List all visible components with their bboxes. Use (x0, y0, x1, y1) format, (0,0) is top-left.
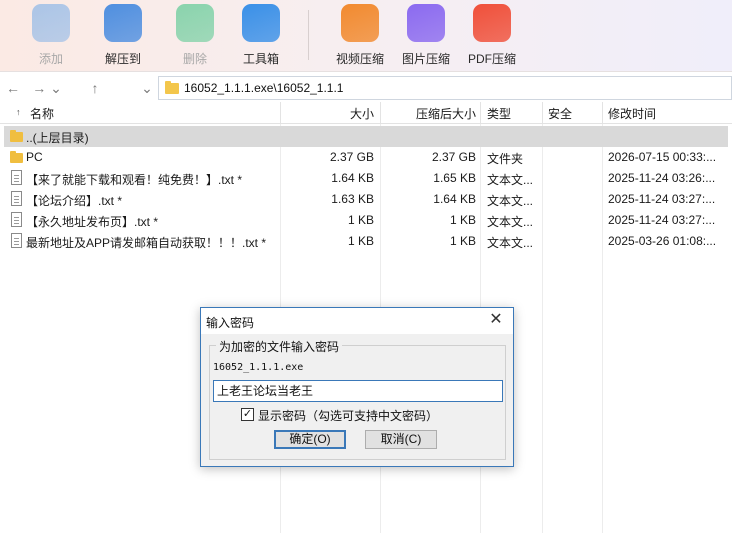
toolbar-button[interactable]: 添加 (19, 0, 83, 72)
row-compressed-size: 2.37 GB (431, 150, 476, 164)
forward-arrow-icon[interactable]: → ⌄ (30, 78, 64, 98)
list-header: ↑ 名称 大小 压缩后大小 类型 安全 修改时间 (0, 102, 732, 124)
image-compress-icon (407, 4, 445, 42)
text-file-icon (11, 212, 22, 227)
table-row[interactable]: 【论坛介绍】.txt * 1.63 KB 1.64 KB 文本文... 2025-11-… (4, 189, 728, 210)
toolbar-button-label: 工具箱 (242, 52, 279, 66)
row-name: 【论坛介绍】.txt * (26, 194, 123, 208)
video-compress-icon (341, 4, 379, 42)
row-size: 2.37 GB (329, 150, 374, 164)
row-compressed-size: 1 KB (449, 234, 476, 248)
dialog-title: 输入密码 (206, 316, 255, 330)
group-label: 为加密的文件输入密码 (216, 338, 343, 355)
row-type: 文本文... (487, 215, 534, 229)
archive-filename: 16052_1.1.1.exe (213, 362, 304, 373)
table-row[interactable]: 最新地址及APP请发邮箱自动获取！！！.txt * 1 KB 1 KB 文本文... 2… (4, 231, 728, 252)
archive-add-icon (32, 4, 70, 42)
text-file-icon (11, 191, 22, 206)
toolbar-button[interactable]: 删除 (163, 0, 227, 72)
dialog-titlebar: 输入密码 ✕ (201, 308, 513, 334)
column-header-security[interactable]: 安全 (548, 105, 572, 122)
header-divider (280, 102, 281, 124)
table-row[interactable]: 【永久地址发布页】.txt * 1 KB 1 KB 文本文... 2025-11-24 … (4, 210, 728, 231)
row-type: 文件夹 (487, 152, 524, 166)
toolbar-button[interactable]: 图片压缩 (394, 0, 458, 72)
extract-icon (104, 4, 142, 42)
sort-up-icon: ↑ (16, 107, 21, 117)
row-modified: 2025-11-24 03:26:... (608, 171, 716, 185)
row-size: 1 KB (347, 234, 374, 248)
table-row[interactable]: PC 2.37 GB 2.37 GB 文件夹 2026-07-15 00:33:... (4, 147, 728, 168)
ok-button[interactable]: 确定(O) (274, 430, 346, 449)
row-modified: 2025-03-26 01:08:... (608, 234, 717, 248)
header-divider (542, 102, 543, 124)
column-header-size[interactable]: 大小 (286, 105, 374, 122)
row-compressed-size: 1.64 KB (433, 192, 476, 206)
toolbar-button[interactable]: PDF压缩 (460, 0, 524, 72)
folder-icon (165, 81, 179, 94)
password-dialog: 输入密码 ✕ 为加密的文件输入密码 16052_1.1.1.exe 上老王论坛当… (200, 307, 514, 467)
recycle-icon (176, 4, 214, 42)
row-modified: 2025-11-24 03:27:... (608, 192, 716, 206)
row-type: 文本文... (487, 194, 534, 208)
address-field[interactable]: 16052_1.1.1.exe\16052_1.1.1 (158, 76, 732, 100)
toolbar-separator (308, 10, 309, 60)
address-bar: ← → ⌄ ↑ ⌄ 16052_1.1.1.exe\16052_1.1.1 (0, 76, 732, 100)
header-divider (602, 102, 603, 124)
toolbar-button-label: 视频压缩 (335, 52, 384, 66)
header-divider (480, 102, 481, 124)
column-header-modified[interactable]: 修改时间 (608, 105, 656, 122)
row-name: ..(上层目录) (26, 131, 89, 145)
toolbar-button-label: 添加 (38, 52, 63, 66)
cancel-button[interactable]: 取消(C) (365, 430, 437, 449)
show-password-checkbox[interactable]: ✓ (241, 408, 254, 421)
close-icon[interactable]: ✕ (487, 311, 505, 329)
toolbar-button[interactable]: 工具箱 (229, 0, 293, 72)
address-path: 16052_1.1.1.exe\16052_1.1.1 (184, 81, 344, 95)
toolbar-button[interactable]: 视频压缩 (328, 0, 392, 72)
show-password-label[interactable]: 显示密码（勾选可支持中文密码） (258, 407, 438, 424)
row-name: 最新地址及APP请发邮箱自动获取！！！.txt * (26, 236, 267, 250)
toolbar-button-label: 图片压缩 (401, 52, 450, 66)
up-arrow-icon[interactable]: ↑ (86, 78, 104, 98)
back-arrow-icon[interactable]: ← (4, 78, 22, 98)
parent-directory-row[interactable]: ..(上层目录) (4, 126, 728, 147)
toolbar-button[interactable]: 解压到 (91, 0, 155, 72)
row-modified: 2025-11-24 03:27:... (608, 213, 716, 227)
column-header-name[interactable]: 名称 (30, 105, 54, 122)
toolbar-button-label: 解压到 (104, 52, 141, 66)
folder-icon (10, 151, 23, 163)
toolbar: 添加 解压到 删除 工具箱 视频压缩 图片压缩 PDF压缩 (0, 0, 732, 72)
row-compressed-size: 1.65 KB (433, 171, 476, 185)
row-size: 1 KB (347, 213, 374, 227)
password-input[interactable]: 上老王论坛当老王 (213, 380, 503, 402)
header-divider (380, 102, 381, 124)
table-row[interactable]: 【来了就能下载和观看！纯免费！】.txt * 1.64 KB 1.65 KB 文本文.… (4, 168, 728, 189)
row-name: 【永久地址发布页】.txt * (26, 215, 159, 229)
text-file-icon (11, 170, 22, 185)
row-size: 1.63 KB (331, 192, 374, 206)
row-name: 【来了就能下载和观看！纯免费！】.txt * (26, 173, 243, 187)
toolbar-button-label: 删除 (182, 52, 207, 66)
toolbar-button-label: PDF压缩 (467, 52, 516, 66)
row-name: PC (26, 150, 43, 164)
column-header-compressed[interactable]: 压缩后大小 (386, 105, 476, 122)
folder-icon (10, 130, 23, 142)
pdf-compress-icon (473, 4, 511, 42)
row-modified: 2026-07-15 00:33:... (608, 150, 717, 164)
history-dropdown-icon[interactable]: ⌄ (138, 78, 156, 98)
toolbox-icon (242, 4, 280, 42)
column-header-type[interactable]: 类型 (487, 105, 511, 122)
row-compressed-size: 1 KB (449, 213, 476, 227)
row-type: 文本文... (487, 173, 534, 187)
row-type: 文本文... (487, 236, 534, 250)
text-file-icon (11, 233, 22, 248)
row-size: 1.64 KB (331, 171, 374, 185)
